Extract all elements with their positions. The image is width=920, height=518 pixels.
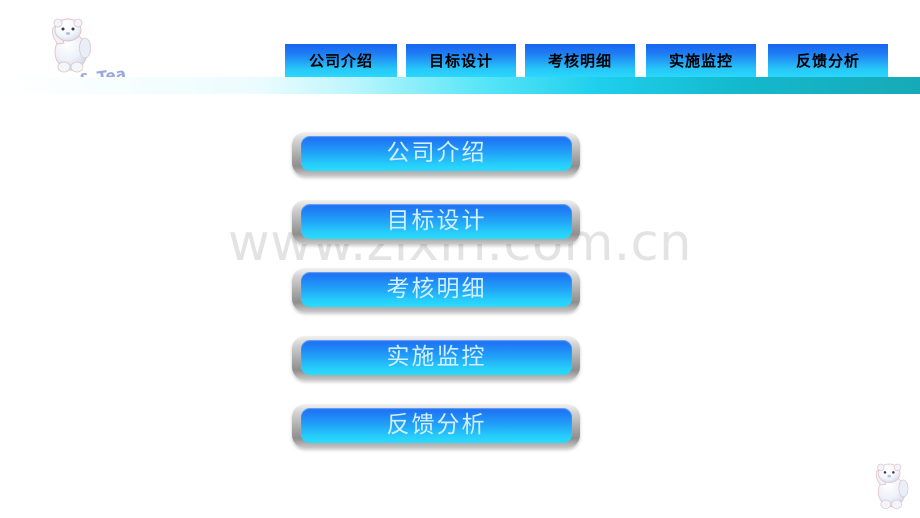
menu-button-shishijiankong[interactable]: 实施监控 <box>292 336 580 380</box>
menu-button-fankuifenxi[interactable]: 反馈分析 <box>292 404 580 448</box>
top-nav: 公司介绍 目标设计 考核明细 实施监控 反馈分析 <box>0 44 920 77</box>
menu-button-face: 目标设计 <box>301 204 572 239</box>
nav-tab-label: 反馈分析 <box>795 52 860 70</box>
menu-button-face: 实施监控 <box>301 340 572 375</box>
nav-tab-mubiaosheji[interactable]: 目标设计 <box>406 44 516 77</box>
bear-mascot-icon-footer <box>875 463 909 509</box>
menu-button-label: 实施监控 <box>386 344 487 370</box>
menu-button-label: 目标设计 <box>386 208 487 234</box>
nav-tab-label: 公司介绍 <box>308 52 373 70</box>
menu-button-label: 考核明细 <box>386 276 487 302</box>
menu-button-face: 反馈分析 <box>301 408 572 443</box>
nav-tab-kaohemingxi[interactable]: 考核明细 <box>525 44 635 77</box>
header-divider-bar <box>0 77 920 94</box>
menu-button-face: 公司介绍 <box>301 136 572 171</box>
menu-button-mubiaosheji[interactable]: 目标设计 <box>292 200 580 244</box>
nav-tab-gongsijieshao[interactable]: 公司介绍 <box>285 44 397 77</box>
menu-button-kaohemingxi[interactable]: 考核明细 <box>292 268 580 312</box>
slide-canvas: Coffee & Tea 公司介绍 目标设计 考核明细 实施监控 反馈分析 ww… <box>0 0 920 518</box>
menu-button-label: 反馈分析 <box>386 412 487 438</box>
menu-button-gongsijieshao[interactable]: 公司介绍 <box>292 132 580 176</box>
menu-button-face: 考核明细 <box>301 272 572 307</box>
nav-tab-fankuifenxi[interactable]: 反馈分析 <box>768 44 888 77</box>
menu-button-label: 公司介绍 <box>386 140 487 166</box>
main-menu: 公司介绍 目标设计 考核明细 实施监控 反馈分析 <box>292 132 582 472</box>
nav-tab-label: 考核明细 <box>547 52 612 70</box>
nav-tab-label: 目标设计 <box>428 52 493 70</box>
nav-tab-shishijiankong[interactable]: 实施监控 <box>646 44 756 77</box>
nav-tab-label: 实施监控 <box>668 52 733 70</box>
